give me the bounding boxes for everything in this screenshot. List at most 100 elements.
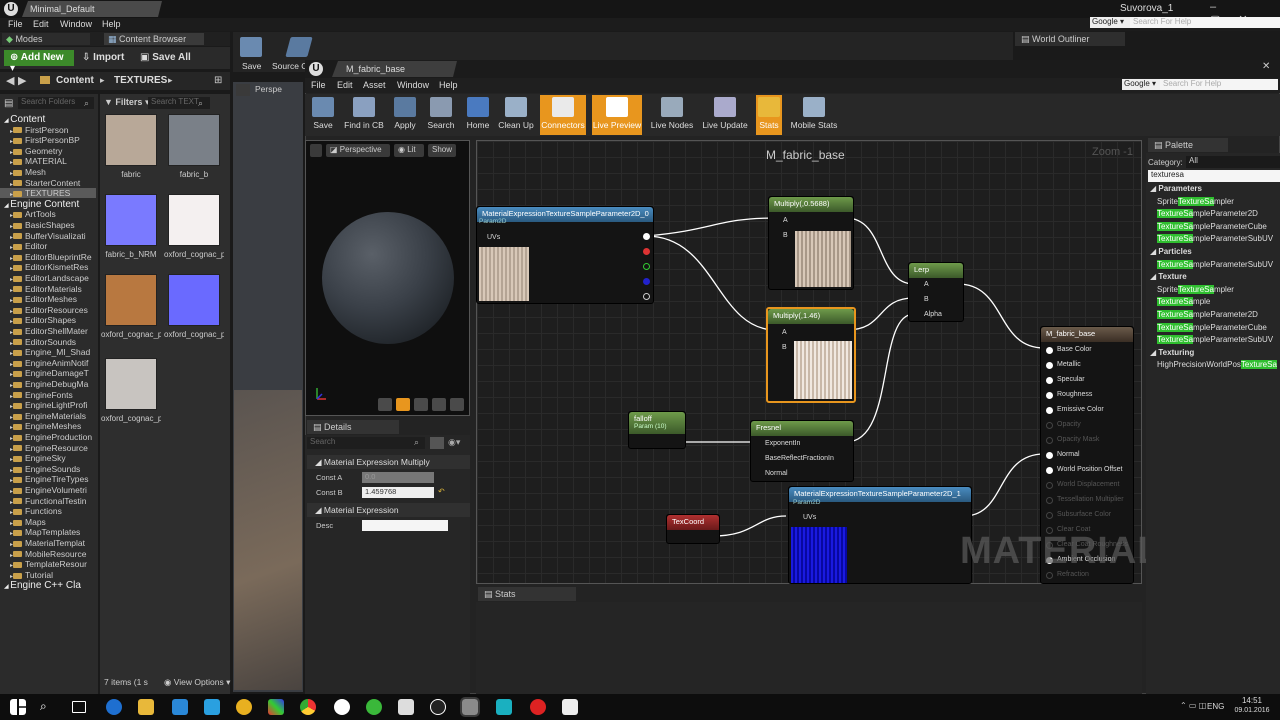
palette-category[interactable]: ◢ Parameters xyxy=(1150,184,1202,193)
language-indicator[interactable]: ENG xyxy=(1207,702,1224,711)
tab-stats[interactable]: ▤ Stats xyxy=(478,587,576,601)
folder-item[interactable]: ▸ EditorBlueprintRe xyxy=(0,252,96,262)
menu-window[interactable]: Window xyxy=(60,19,92,29)
clock-time[interactable]: 14:51 xyxy=(1234,696,1270,705)
folder-item[interactable]: ▸ EngineSky xyxy=(0,453,96,463)
palette-item[interactable]: SpriteTextureSampler xyxy=(1157,284,1234,294)
breadcrumb-content[interactable]: Content xyxy=(56,75,94,86)
toolbar-button-search[interactable]: Search xyxy=(425,95,457,135)
pin-output-b[interactable] xyxy=(643,278,650,285)
palette-item[interactable]: TextureSampleParameterCube xyxy=(1157,322,1267,332)
app-icon[interactable] xyxy=(530,699,546,715)
file-explorer-icon[interactable] xyxy=(138,699,154,715)
folder-item[interactable]: ▸ EngineFonts xyxy=(0,390,96,400)
viewport-menu-icon[interactable] xyxy=(310,144,322,157)
folder-item[interactable]: ▸ MapTemplates xyxy=(0,527,96,537)
tab-palette[interactable]: ▤ Palette xyxy=(1148,138,1228,152)
tab-modes[interactable]: ◆ Modes xyxy=(2,33,90,45)
menu-window[interactable]: Window xyxy=(397,80,429,90)
folder-item[interactable]: ▸ EngineSounds xyxy=(0,464,96,474)
tab-world-outliner[interactable]: ▤ World Outliner xyxy=(1015,32,1125,46)
folder-item[interactable]: ▸ Functions xyxy=(0,506,96,516)
pin-b[interactable]: B xyxy=(782,344,787,351)
folder-item[interactable]: ▸ MaterialTemplat xyxy=(0,538,96,548)
palette-search-input[interactable]: texturesa xyxy=(1148,170,1280,182)
folder-item[interactable]: ▸ MATERIAL xyxy=(0,156,96,166)
node-lerp[interactable]: Lerp A B Alpha xyxy=(908,262,964,322)
folder-item[interactable]: ▸ TEXTURES xyxy=(0,188,96,199)
folder-item[interactable]: ▸ EngineDamageT xyxy=(0,368,96,378)
toolbar-button-stats[interactable]: Stats xyxy=(756,95,782,135)
pin-a[interactable]: A xyxy=(924,281,929,288)
close-icon[interactable]: ✕ xyxy=(1262,61,1270,72)
menu-edit[interactable]: Edit xyxy=(337,80,353,90)
help-search-input[interactable]: Search For Help xyxy=(1160,79,1278,90)
lit-button[interactable]: ◉ Lit xyxy=(394,144,424,157)
section-material-expression[interactable]: ◢ Material Expression xyxy=(307,503,470,517)
asset-thumbnail[interactable] xyxy=(105,114,157,166)
palette-item[interactable]: TextureSampleParameterSubUV xyxy=(1157,259,1273,269)
reset-arrow-icon[interactable]: ↶ xyxy=(438,487,445,496)
menu-help[interactable]: Help xyxy=(439,80,458,90)
folder-item[interactable]: ▸ EngineDebugMa xyxy=(0,379,96,389)
details-search-input[interactable]: Search xyxy=(307,437,425,449)
pin-output-rgb[interactable] xyxy=(643,233,650,240)
node-texture-sample-0[interactable]: MaterialExpressionTextureSampleParameter… xyxy=(476,206,654,304)
folder-item[interactable]: ▸ Geometry xyxy=(0,146,96,156)
folder-item[interactable]: ▸ FirstPerson xyxy=(0,125,96,135)
app-icon[interactable] xyxy=(366,699,382,715)
perspective-button[interactable]: ◪ Perspective xyxy=(326,144,390,157)
sources-toggle-icon[interactable]: ▤ xyxy=(4,98,13,109)
pin-output-g[interactable] xyxy=(643,263,650,270)
show-button[interactable]: Show xyxy=(428,144,456,157)
asset-thumbnail[interactable] xyxy=(105,194,157,246)
app-icon[interactable] xyxy=(204,699,220,715)
toolbar-button-apply[interactable]: Apply xyxy=(390,95,420,135)
section-material-expression-multiply[interactable]: ◢ Material Expression Multiply xyxy=(307,455,470,469)
breadcrumb-textures[interactable]: TEXTURES xyxy=(114,75,167,86)
search-icon[interactable]: ⌕ xyxy=(40,699,56,715)
edge-icon[interactable] xyxy=(106,699,122,715)
folder-item[interactable]: ▸ EngineMeshes xyxy=(0,421,96,431)
toolbar-button-live-preview[interactable]: Live Preview xyxy=(592,95,642,135)
folder-item[interactable]: ▸ ArtTools xyxy=(0,209,96,219)
folder-item[interactable]: ▸ EngineProduction xyxy=(0,432,96,442)
pin-output-r[interactable] xyxy=(643,248,650,255)
pin-uvs[interactable]: UVs xyxy=(803,514,816,521)
pin-uvs[interactable]: UVs xyxy=(487,234,500,241)
chrome-icon[interactable] xyxy=(300,699,316,715)
app-icon[interactable] xyxy=(236,699,252,715)
folder-item[interactable]: ▸ EditorSounds xyxy=(0,337,96,347)
folder-item[interactable]: ▸ Tutorial xyxy=(0,570,96,580)
pin-alpha[interactable]: Alpha xyxy=(924,311,942,318)
toolbar-button-live-nodes[interactable]: Live Nodes xyxy=(648,95,696,135)
folder-item[interactable]: ▸ Maps xyxy=(0,517,96,527)
palette-item[interactable]: TextureSampleParameterCube xyxy=(1157,221,1267,231)
pin-b[interactable]: B xyxy=(924,296,929,303)
const-a-input[interactable]: 0.0 xyxy=(362,472,434,483)
import-button[interactable]: ⇩ Import xyxy=(82,50,124,63)
material-tab[interactable]: M_fabric_base xyxy=(332,61,457,77)
search-folders-input[interactable]: Search Folders xyxy=(18,97,94,109)
toolbar-button-find-in-cb[interactable]: Find in CB xyxy=(341,95,387,135)
folder-item[interactable]: ▸ TemplateResour xyxy=(0,559,96,569)
palette-item[interactable]: HighPrecisionWorldPosTextureSa xyxy=(1157,360,1277,370)
result-pin[interactable]: Normal xyxy=(1057,451,1080,458)
result-pin[interactable]: Base Color xyxy=(1057,346,1092,353)
node-multiply-2[interactable]: Multiply(,1.46) A B xyxy=(766,307,856,403)
result-pin-dot[interactable] xyxy=(1046,467,1053,474)
back-arrow-icon[interactable]: ◀ xyxy=(6,74,14,87)
palette-item[interactable]: TextureSampleParameter2D xyxy=(1157,310,1258,319)
result-pin-dot[interactable] xyxy=(1046,512,1053,519)
task-view-icon[interactable] xyxy=(72,701,86,713)
result-pin-dot[interactable] xyxy=(1046,377,1053,384)
folder-item[interactable]: ▸ FirstPersonBP xyxy=(0,135,96,145)
folder-item[interactable]: ▸ BufferVisualizati xyxy=(0,231,96,241)
folder-item[interactable]: ◢ Content xyxy=(0,114,96,125)
preview-cube-icon[interactable] xyxy=(432,398,446,411)
folder-item[interactable]: ▸ EditorMeshes xyxy=(0,294,96,304)
level-viewport-perspective-label[interactable]: Perspe xyxy=(255,84,282,94)
folder-item[interactable]: ▸ EngineMaterials xyxy=(0,411,96,421)
result-pin[interactable]: Emissive Color xyxy=(1057,406,1104,413)
folder-item[interactable]: ▸ FunctionalTestin xyxy=(0,496,96,506)
